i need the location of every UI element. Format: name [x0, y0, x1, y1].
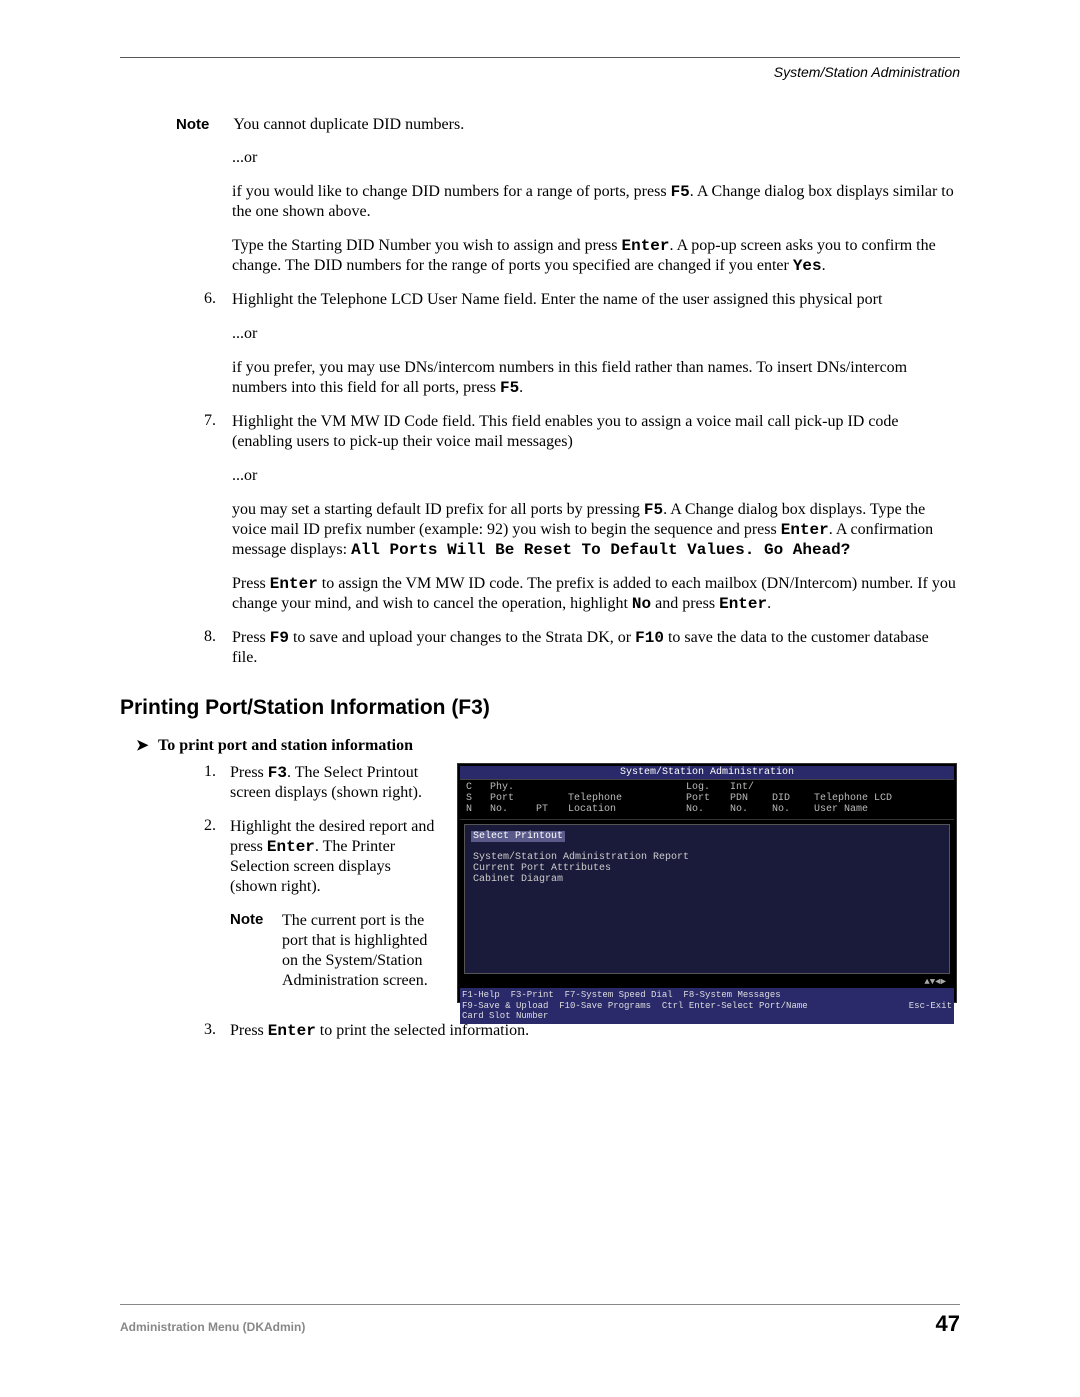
note-label: Note	[176, 116, 230, 133]
col-did: DID No.	[768, 782, 810, 815]
note-text: The current port is the port that is hig…	[282, 911, 439, 991]
note-label: Note	[230, 911, 282, 991]
para-change-did: if you would like to change DID numbers …	[120, 182, 960, 222]
msg-allports: All Ports Will Be Reset To Default Value…	[351, 541, 850, 559]
terminal-dialog: Select Printout System/Station Administr…	[464, 824, 950, 974]
or-1: ...or	[120, 148, 960, 168]
col-loc: Telephone Location	[564, 782, 682, 815]
dialog-title: Select Printout	[471, 831, 565, 842]
key-f10: F10	[635, 629, 664, 647]
terminal-footer: F1-Help F3-Print F7-System Speed Dial F8…	[460, 988, 954, 1024]
key-yes: Yes	[793, 257, 822, 275]
step-num: 1.	[204, 763, 230, 803]
or-3: ...or	[120, 466, 960, 486]
step-num: 8.	[204, 628, 232, 668]
key-enter-c: Enter	[270, 575, 318, 593]
step-text: Press F9 to save and upload your changes…	[232, 628, 960, 668]
terminal-columns: C S N Phy. Port No. PT Telephone Locatio…	[460, 780, 954, 820]
key-enter-b: Enter	[781, 521, 829, 539]
step-text: Press Enter to print the selected inform…	[230, 1021, 960, 1041]
col-log: Log. Port No.	[682, 782, 726, 815]
step-num: 7.	[204, 412, 232, 452]
para-dns: if you prefer, you may use DNs/intercom …	[120, 358, 960, 398]
step-8: 8. Press F9 to save and upload your chan…	[120, 628, 960, 668]
step-text: Highlight the desired report and press E…	[230, 817, 439, 897]
key-enter-e: Enter	[267, 838, 315, 856]
col-phy: Phy. Port No.	[486, 782, 532, 815]
col-pt: PT	[532, 782, 564, 815]
print-option[interactable]: System/Station Administration Report	[471, 852, 943, 863]
header-rule	[120, 56, 960, 58]
substep-1: 1. Press F3. The Select Printout screen …	[204, 763, 439, 803]
step-7: 7. Highlight the VM MW ID Code field. Th…	[120, 412, 960, 452]
note-text: You cannot duplicate DID numbers.	[233, 116, 464, 133]
col-lcd: Telephone LCD User Name	[810, 782, 952, 815]
key-enter: Enter	[622, 237, 670, 255]
para-assign-id: Press Enter to assign the VM MW ID code.…	[120, 574, 960, 614]
key-f5-b: F5	[500, 379, 519, 397]
terminal-screenshot: System/Station Administration C S N Phy.…	[457, 763, 957, 1003]
section-heading: Printing Port/Station Information (F3)	[120, 696, 960, 720]
para-start-did: Type the Starting DID Number you wish to…	[120, 236, 960, 276]
key-f3: F3	[268, 764, 287, 782]
step-num: 2.	[204, 817, 230, 897]
step-num: 3.	[204, 1021, 230, 1041]
arrow-icon: ➤	[136, 736, 158, 755]
footer-left: Administration Menu (DKAdmin)	[120, 1320, 305, 1334]
scroll-indicator-icon: ▲▼◄►	[460, 978, 954, 988]
key-no: No	[632, 595, 651, 613]
running-header: System/Station Administration	[120, 64, 960, 80]
note-block: Note You cannot duplicate DID numbers.	[120, 116, 960, 134]
terminal-title: System/Station Administration	[460, 766, 954, 780]
page-number: 47	[936, 1311, 960, 1337]
esc-label: Esc-Exit	[909, 1001, 952, 1012]
key-f9: F9	[270, 629, 289, 647]
step-text: Press F3. The Select Printout screen dis…	[230, 763, 439, 803]
step-text: Highlight the Telephone LCD User Name fi…	[232, 290, 960, 310]
key-f5: F5	[671, 183, 690, 201]
col-csn: C S N	[462, 782, 486, 815]
print-option[interactable]: Cabinet Diagram	[471, 874, 943, 885]
substep-3: 3. Press Enter to print the selected inf…	[120, 1021, 960, 1041]
or-2: ...or	[120, 324, 960, 344]
procedure-heading: ➤To print port and station information	[120, 736, 960, 755]
col-pdn: Int/ PDN No.	[726, 782, 768, 815]
step-text: Highlight the VM MW ID Code field. This …	[232, 412, 960, 452]
step-num: 6.	[204, 290, 232, 310]
key-enter-f: Enter	[268, 1022, 316, 1040]
substep-2: 2. Highlight the desired report and pres…	[204, 817, 439, 897]
step-6: 6. Highlight the Telephone LCD User Name…	[120, 290, 960, 310]
key-f5-c: F5	[644, 501, 663, 519]
print-option[interactable]: Current Port Attributes	[471, 863, 943, 874]
substep-note: Note The current port is the port that i…	[204, 911, 439, 991]
para-id-prefix: you may set a starting default ID prefix…	[120, 500, 960, 560]
key-enter-d: Enter	[719, 595, 767, 613]
